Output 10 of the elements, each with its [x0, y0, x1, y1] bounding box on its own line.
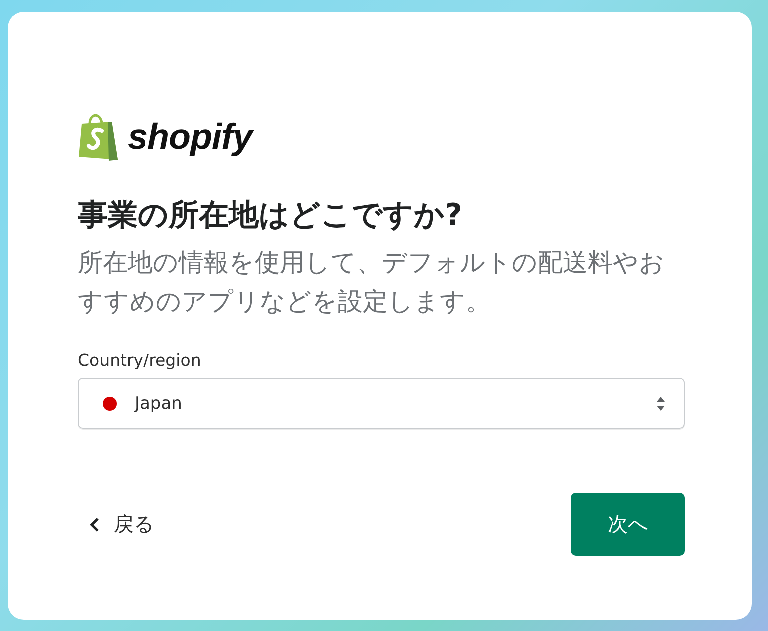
logo-wordmark: shopify: [128, 116, 253, 158]
flag-icon: [103, 396, 117, 410]
next-button[interactable]: 次へ: [571, 493, 685, 556]
country-select[interactable]: Japan: [78, 378, 685, 429]
back-link[interactable]: 戻る: [90, 511, 154, 538]
chevron-left-icon: [90, 516, 100, 532]
field-label: Country/region: [78, 351, 202, 370]
sort-arrows-icon: [656, 396, 666, 412]
page-title: 事業の所在地はどこですか?: [78, 197, 464, 235]
page-description: 所在地の情報を使用して、デフォルトの配送料やおすすめのアプリなどを設定します。: [78, 247, 666, 318]
